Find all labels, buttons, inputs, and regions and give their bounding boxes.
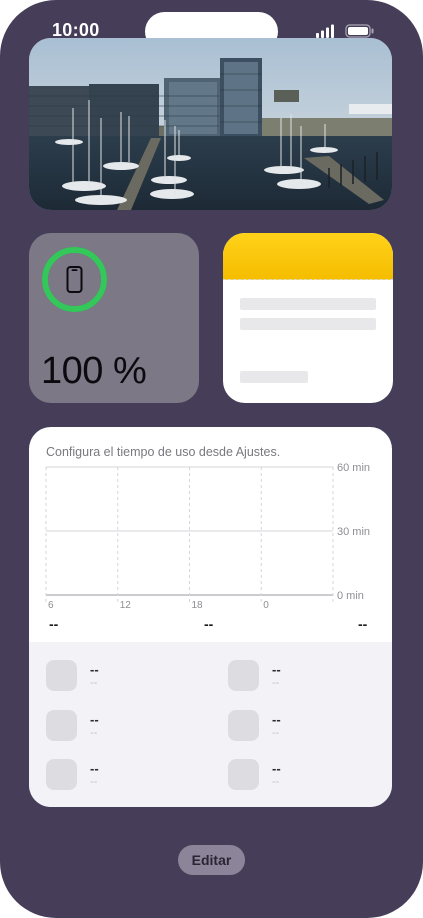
app-time: --	[272, 727, 280, 739]
app-time: --	[272, 677, 280, 689]
app-usage-item[interactable]: -- --	[228, 710, 378, 744]
x-tick-label: 18	[192, 600, 204, 609]
app-usage-item[interactable]: -- --	[46, 710, 196, 744]
photos-widget[interactable]	[29, 38, 392, 210]
summary-value: --	[49, 616, 59, 632]
x-tick-label: 6	[48, 600, 54, 609]
app-usage-item[interactable]: -- --	[228, 759, 378, 793]
y-tick-label: 0 min	[337, 590, 364, 602]
x-tick-label: 0	[263, 600, 269, 609]
app-time: --	[272, 776, 280, 788]
x-tick-label: 12	[120, 600, 132, 609]
app-usage-item[interactable]: -- --	[228, 660, 378, 694]
battery-level-label: 100 %	[41, 350, 147, 392]
photo-harbor-image	[29, 38, 392, 210]
notes-header	[223, 233, 393, 280]
y-tick-label: 60 min	[337, 462, 370, 474]
app-icon	[228, 710, 259, 741]
app-usage-item[interactable]: -- --	[46, 759, 196, 793]
y-tick-label: 30 min	[337, 526, 370, 538]
app-time: --	[90, 677, 98, 689]
app-time: --	[90, 776, 98, 788]
app-icon	[46, 759, 77, 790]
summary-value: --	[204, 616, 214, 632]
battery-ring	[42, 247, 107, 312]
screen-time-caption: Configura el tiempo de uso desde Ajustes…	[46, 445, 281, 459]
battery-icon	[345, 24, 374, 38]
app-icon	[228, 660, 259, 691]
app-name: --	[90, 662, 99, 677]
screen-time-widget[interactable]: Configura el tiempo de uso desde Ajustes…	[29, 427, 392, 807]
app-time: --	[90, 727, 98, 739]
app-icon	[228, 759, 259, 790]
edit-button[interactable]: Editar	[178, 845, 245, 875]
notes-placeholder-line	[240, 298, 376, 310]
screen-time-chart: 60 min 30 min 0 min 6 12 18 0	[45, 462, 370, 609]
notes-placeholder-line	[240, 318, 376, 330]
app-icon	[46, 660, 77, 691]
app-usage-list: -- -- -- -- -- -- -- -- -- -- -- --	[29, 642, 392, 807]
notes-widget[interactable]	[223, 233, 393, 403]
summary-value: --	[358, 616, 368, 632]
app-name: --	[272, 761, 281, 776]
app-name: --	[272, 662, 281, 677]
batteries-widget[interactable]: 100 %	[29, 233, 199, 403]
app-name: --	[272, 712, 281, 727]
cellular-signal-icon	[316, 24, 334, 38]
app-name: --	[90, 761, 99, 776]
app-usage-item[interactable]: -- --	[46, 660, 196, 694]
app-name: --	[90, 712, 99, 727]
home-screen: 10:00 100 % Configura el tiempo de uso d…	[0, 0, 423, 918]
iphone-icon	[66, 266, 83, 293]
app-icon	[46, 710, 77, 741]
status-icons	[316, 24, 374, 38]
notes-placeholder-line	[240, 371, 308, 383]
